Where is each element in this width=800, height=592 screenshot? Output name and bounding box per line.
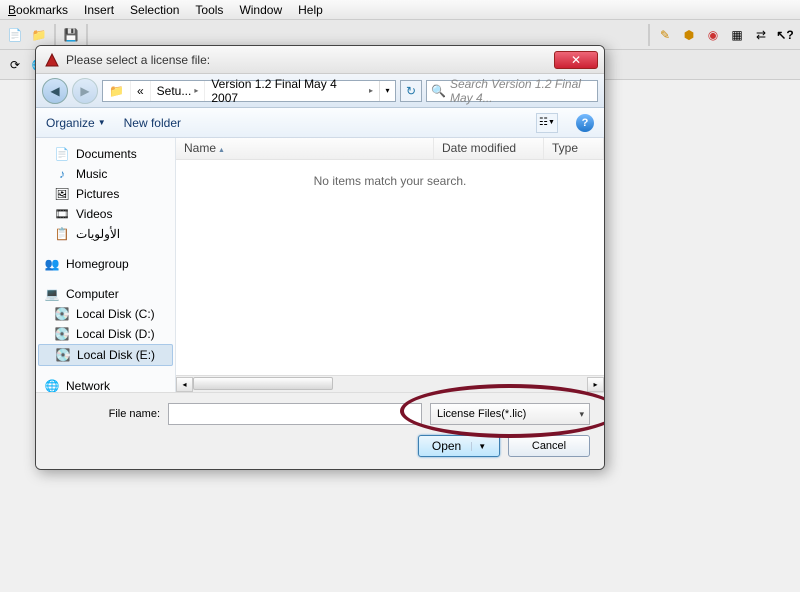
toolbar-icon[interactable]: 📁 [28, 24, 50, 46]
toolbar-icon[interactable]: ▦ [726, 24, 748, 46]
organize-menu[interactable]: Organize▼ [46, 116, 106, 130]
toolbar-icon[interactable]: ↖? [774, 24, 796, 46]
col-date[interactable]: Date modified [434, 138, 544, 159]
search-icon: 🔍 [431, 84, 446, 98]
nav-computer[interactable]: 💻Computer [36, 284, 175, 304]
scroll-track[interactable] [193, 377, 587, 392]
column-headers[interactable]: Name▲ Date modified Type [176, 138, 604, 160]
nav-documents[interactable]: 📄Documents [36, 144, 175, 164]
scroll-left-button[interactable]: ◂ [176, 377, 193, 392]
app-icon [44, 52, 60, 68]
refresh-button[interactable]: ↻ [400, 80, 422, 102]
breadcrumb-seg[interactable]: Version 1.2 Final May 4 2007▸ [205, 81, 379, 101]
scroll-right-button[interactable]: ▸ [587, 377, 604, 392]
nav-videos[interactable]: 🎞Videos [36, 204, 175, 224]
menu-help[interactable]: Help [292, 1, 329, 19]
toolbar-icon[interactable]: ⟳ [4, 54, 26, 76]
open-button[interactable]: Open▼ [418, 435, 500, 457]
empty-message: No items match your search. [176, 160, 604, 375]
folder-icon: 📁 [103, 81, 131, 101]
address-bar[interactable]: 📁 « Setu...▸ Version 1.2 Final May 4 200… [102, 80, 396, 102]
filename-label: File name: [50, 408, 160, 420]
nav-homegroup[interactable]: 👥Homegroup [36, 254, 175, 274]
breadcrumb-seg[interactable]: Setu...▸ [151, 81, 206, 101]
toolbar-icon[interactable]: ⇄ [750, 24, 772, 46]
documents-icon: 📄 [54, 146, 70, 162]
col-type[interactable]: Type [544, 138, 604, 159]
filetype-filter-dropdown[interactable]: License Files(*.lic) [430, 403, 590, 425]
nav-network[interactable]: 🌐Network [36, 376, 175, 392]
new-folder-button[interactable]: New folder [124, 116, 181, 130]
address-dropdown[interactable]: ▾ [379, 81, 395, 101]
disk-icon: 💽 [54, 306, 70, 322]
navigation-pane[interactable]: 📄Documents ♪Music 🖼Pictures 🎞Videos 📋الأ… [36, 138, 176, 392]
view-options-button[interactable]: ☷ ▼ [536, 113, 558, 133]
horizontal-scrollbar[interactable]: ◂ ▸ [176, 375, 604, 392]
dialog-body: 📄Documents ♪Music 🖼Pictures 🎞Videos 📋الأ… [36, 138, 604, 392]
pictures-icon: 🖼 [54, 186, 70, 202]
toolbar-icon[interactable]: 📄 [4, 24, 26, 46]
breadcrumb-back[interactable]: « [131, 81, 151, 101]
computer-icon: 💻 [44, 286, 60, 302]
toolbar-icon[interactable]: ✎ [654, 24, 676, 46]
dialog-footer: File name: License Files(*.lic) Open▼ Ca… [36, 392, 604, 469]
nav-disk-c[interactable]: 💽Local Disk (C:) [36, 304, 175, 324]
scroll-thumb[interactable] [193, 377, 333, 390]
col-name[interactable]: Name▲ [176, 138, 434, 159]
nav-music[interactable]: ♪Music [36, 164, 175, 184]
back-button[interactable]: ◀ [42, 78, 68, 104]
close-button[interactable]: ✕ [554, 51, 598, 69]
toolbar-icon[interactable]: ◉ [702, 24, 724, 46]
toolbar-icon[interactable]: ⬢ [678, 24, 700, 46]
cancel-button[interactable]: Cancel [508, 435, 590, 457]
command-bar: Organize▼ New folder ☷ ▼ ? [36, 108, 604, 138]
nav-toolbar: ◀ ▶ 📁 « Setu...▸ Version 1.2 Final May 4… [36, 74, 604, 108]
help-button[interactable]: ? [576, 114, 594, 132]
sort-arrow-icon: ▲ [218, 147, 225, 154]
file-list: Name▲ Date modified Type No items match … [176, 138, 604, 392]
disk-icon: 💽 [55, 347, 71, 363]
forward-button[interactable]: ▶ [72, 78, 98, 104]
disk-icon: 💽 [54, 326, 70, 342]
file-icon: 📋 [54, 226, 70, 242]
search-input[interactable]: 🔍 Search Version 1.2 Final May 4... [426, 80, 598, 102]
nav-arabic[interactable]: 📋الأولويات [36, 224, 175, 244]
menu-bookmarks[interactable]: Bookmarks [2, 1, 74, 19]
dialog-title: Please select a license file: [66, 53, 554, 67]
music-icon: ♪ [54, 166, 70, 182]
app-menubar: Bookmarks Insert Selection Tools Window … [0, 0, 800, 20]
toolbar-icon[interactable]: 💾 [60, 24, 82, 46]
menu-window[interactable]: Window [233, 1, 288, 19]
menu-selection[interactable]: Selection [124, 1, 185, 19]
file-open-dialog: Please select a license file: ✕ ◀ ▶ 📁 « … [35, 45, 605, 470]
menu-insert[interactable]: Insert [78, 1, 120, 19]
filename-input[interactable] [168, 403, 422, 425]
nav-disk-e[interactable]: 💽Local Disk (E:) [38, 344, 173, 366]
videos-icon: 🎞 [54, 206, 70, 222]
menu-tools[interactable]: Tools [189, 1, 229, 19]
network-icon: 🌐 [44, 378, 60, 392]
nav-disk-d[interactable]: 💽Local Disk (D:) [36, 324, 175, 344]
nav-pictures[interactable]: 🖼Pictures [36, 184, 175, 204]
homegroup-icon: 👥 [44, 256, 60, 272]
titlebar[interactable]: Please select a license file: ✕ [36, 46, 604, 74]
